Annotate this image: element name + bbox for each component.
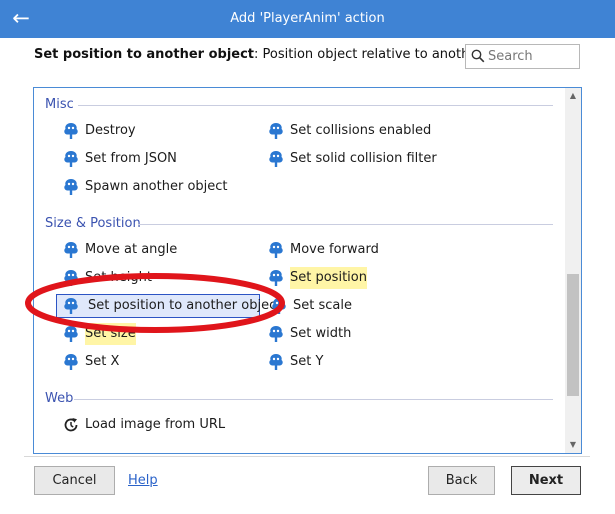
category-misc-label: Misc [45,97,74,112]
action-item-label: Set scale [293,298,352,313]
action-item-label: Move forward [290,242,379,257]
tree-icon [62,325,80,343]
window-title: Add 'PlayerAnim' action [230,11,385,26]
scrollbar-thumb[interactable] [567,274,579,396]
category-size-position-label: Size & Position [45,216,141,231]
search-icon [471,49,485,63]
tree-icon [62,178,80,196]
action-item-label: Set width [290,326,352,341]
search-box[interactable] [465,44,580,69]
back-button[interactable]: Back [428,466,495,495]
action-description-name: Set position to another object [34,47,255,62]
tree-icon [62,241,80,259]
tree-icon [62,297,80,315]
action-description: Set position to another object: Position… [34,47,531,62]
divider [138,224,553,225]
action-item-label: Set Y [290,354,324,369]
action-item-label: Move at angle [85,242,178,257]
action-item-label: Set height [85,270,152,285]
action-item-label: Set X [85,354,120,369]
tree-icon [267,122,285,140]
tree-icon [62,122,80,140]
help-link[interactable]: Help [128,473,158,488]
action-item-set-position-to-another-object[interactable]: Set position to another object [56,294,281,318]
action-item-label: Destroy [85,123,136,138]
divider [74,399,553,400]
scroll-down-arrow-icon[interactable]: ▼ [565,437,581,453]
title-bar: ← Add 'PlayerAnim' action [0,0,615,38]
divider [78,105,553,106]
search-input[interactable] [488,46,576,67]
cancel-button[interactable]: Cancel [34,466,115,495]
tree-icon [62,150,80,168]
action-item-label: Set position to another object [88,298,282,313]
tree-icon [267,325,285,343]
action-item-label: Set from JSON [85,151,177,166]
action-item-label: Set position [290,267,367,289]
tree-icon [267,241,285,259]
action-item-label: Spawn another object [85,179,228,194]
category-web-label: Web [45,391,74,406]
divider [24,456,590,457]
tree-icon [267,353,285,371]
action-list[interactable]: Misc Destroy Set collisions enabled Set … [33,87,582,454]
vertical-scrollbar[interactable]: ▲ ▼ [565,88,581,453]
tree-icon [270,297,288,315]
action-item-label: Set collisions enabled [290,123,432,138]
action-item-label: Set size [85,323,136,345]
tree-icon [267,150,285,168]
scroll-up-arrow-icon[interactable]: ▲ [565,88,581,104]
action-item-label: Load image from URL [85,417,226,432]
next-button[interactable]: Next [511,466,581,495]
reload-icon [62,416,80,434]
action-item-label: Set solid collision filter [290,151,437,166]
tree-icon [267,269,285,287]
tree-icon [62,353,80,371]
tree-icon [62,269,80,287]
